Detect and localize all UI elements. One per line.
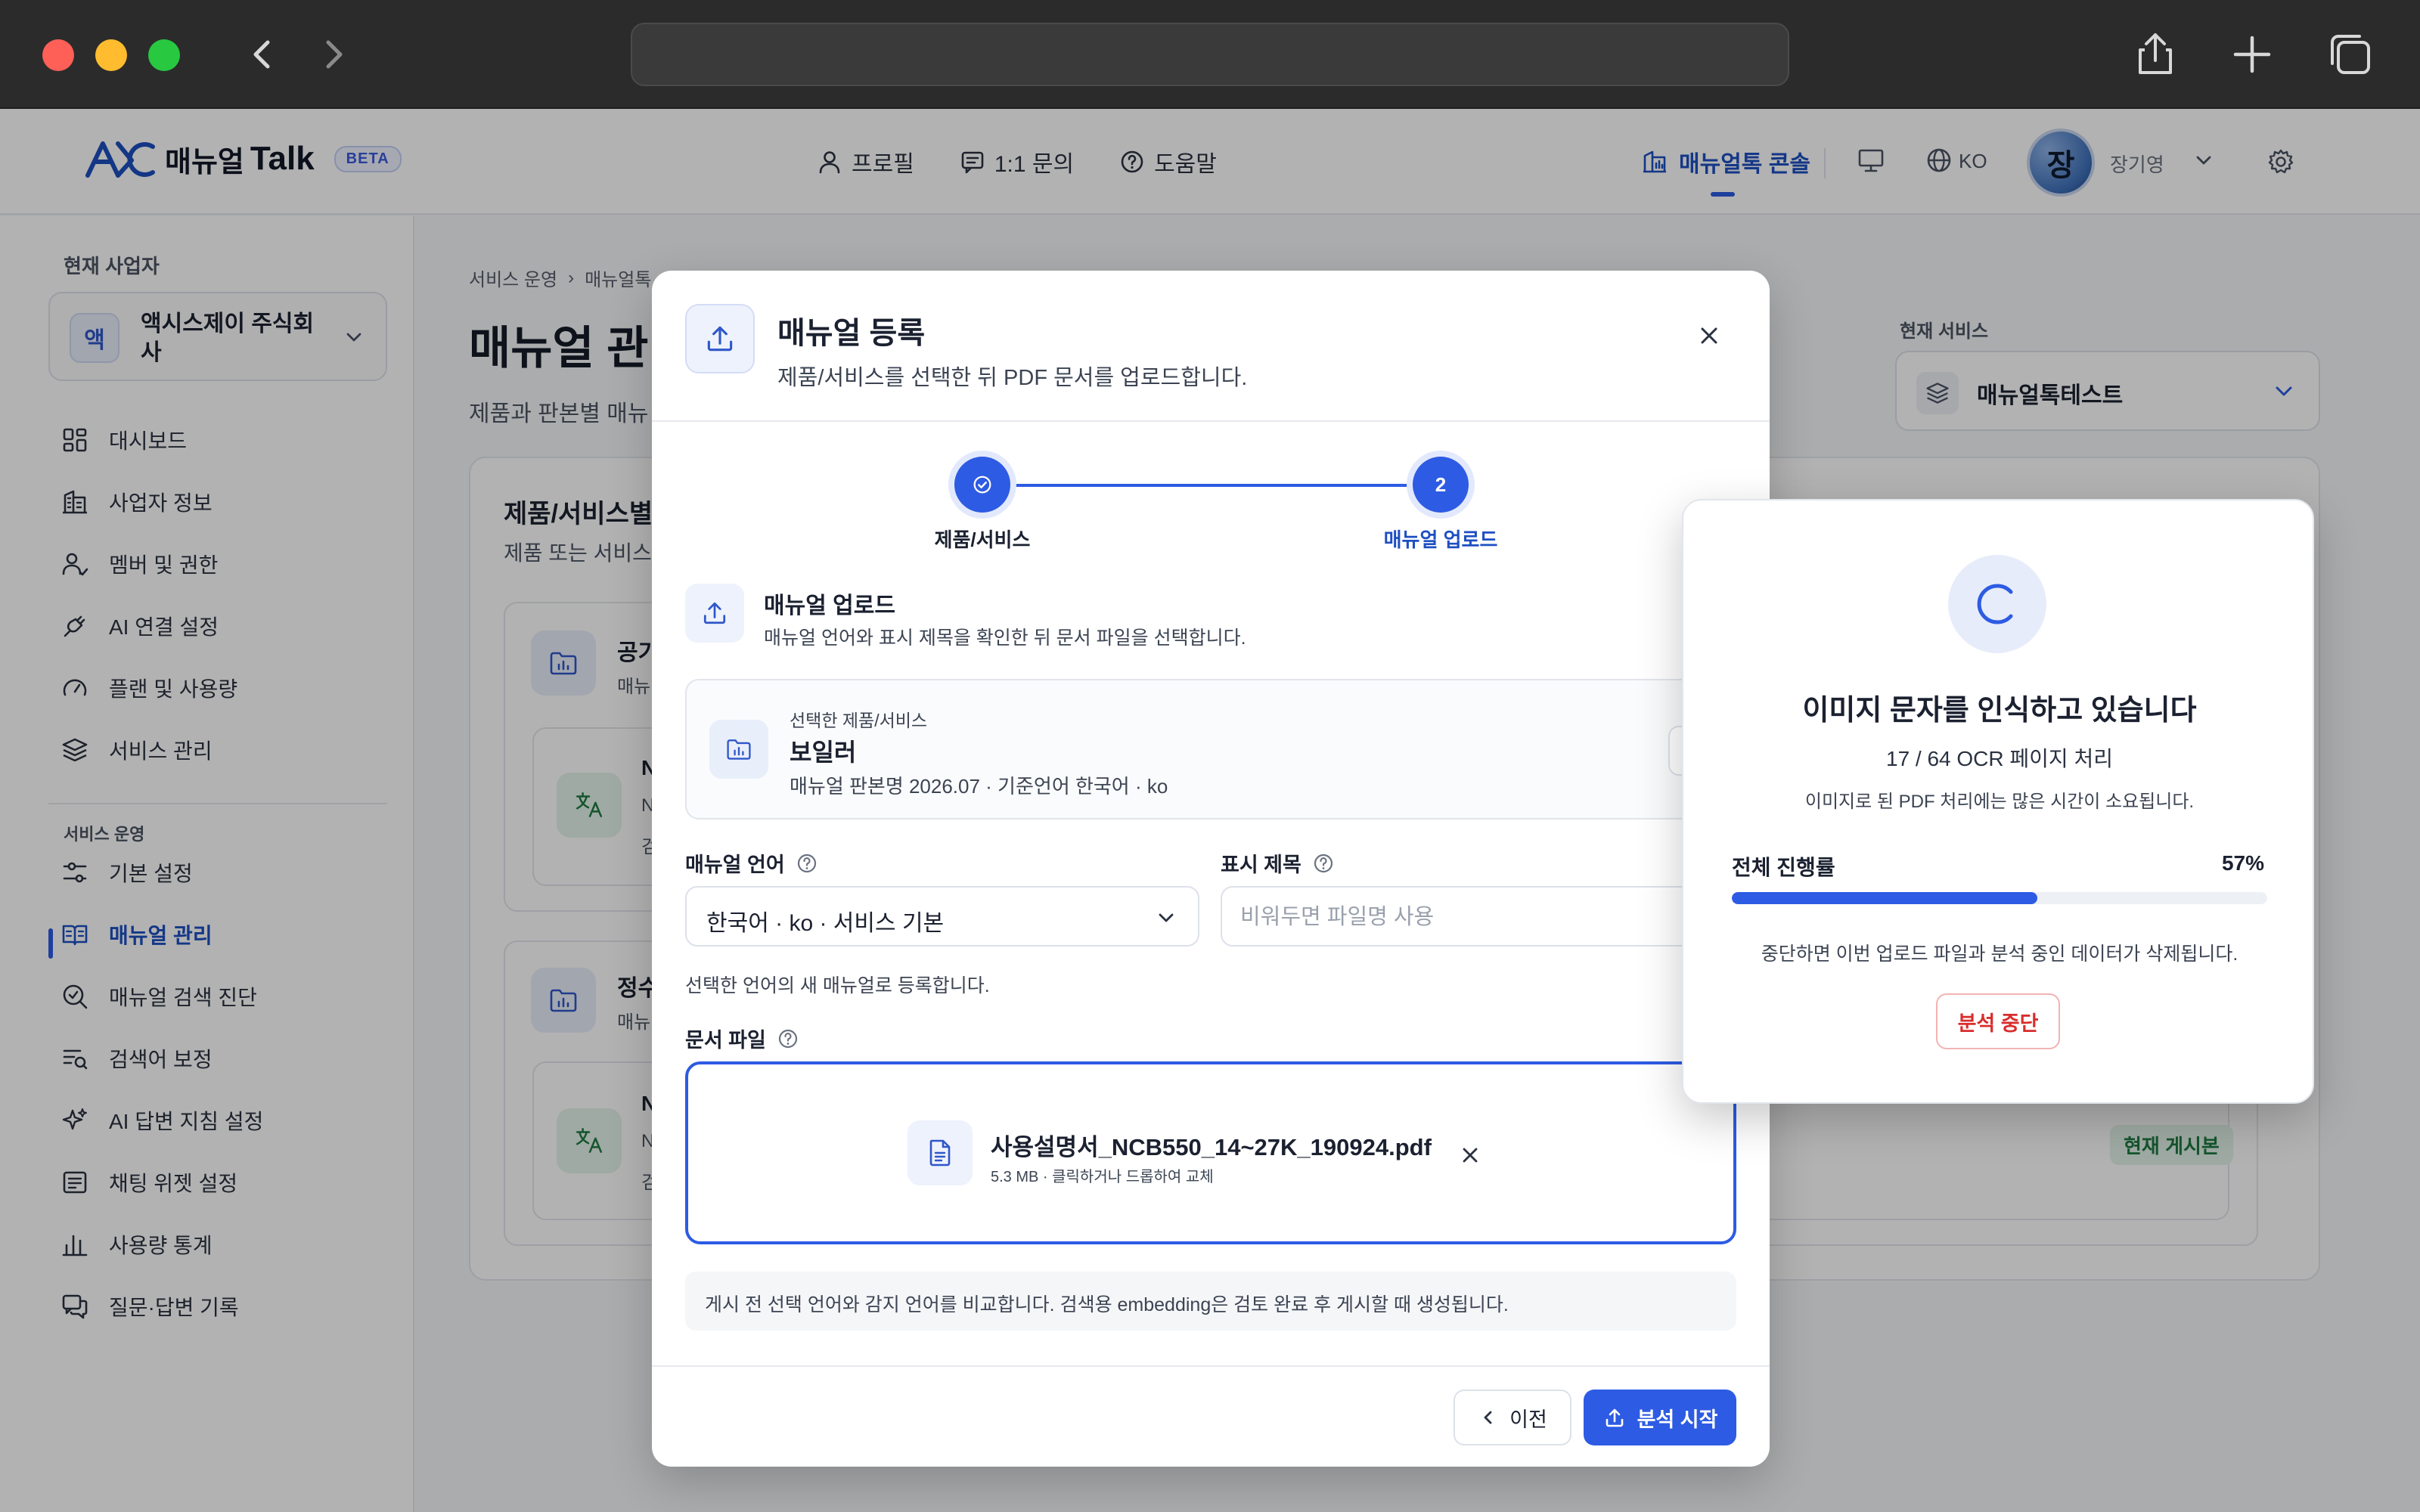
modal-subtitle: 제품/서비스를 선택한 뒤 PDF 문서를 업로드합니다. bbox=[777, 366, 1248, 390]
file-drop-zone[interactable]: 사용설명서_NCB550_14~27K_190924.pdf 5.3 MB · … bbox=[685, 1061, 1736, 1244]
modal-footer-divider bbox=[652, 1365, 1770, 1367]
info-notice: 게시 전 선택 언어와 감지 언어를 비교합니다. 검색용 embedding은… bbox=[685, 1272, 1736, 1331]
display-title-input[interactable] bbox=[1240, 901, 1724, 933]
chevron-left-icon bbox=[1484, 1411, 1492, 1424]
ocr-warning: 중단하면 이번 업로드 파일과 분석 중인 데이터가 삭제됩니다. bbox=[1761, 943, 2238, 965]
loading-spinner-icon bbox=[1948, 555, 2046, 653]
share-icon[interactable] bbox=[2128, 27, 2183, 82]
folder-chart-icon bbox=[709, 720, 768, 779]
language-select-value: 한국어 · ko · 서비스 기본 bbox=[706, 911, 945, 936]
selected-product-meta: 매뉴얼 판본명 2026.07 · 기준언어 한국어 · ko bbox=[790, 775, 1168, 798]
minimize-window-button[interactable] bbox=[95, 39, 127, 71]
info-notice-text: 게시 전 선택 언어와 감지 언어를 비교합니다. 검색용 embedding은… bbox=[705, 1294, 1509, 1315]
address-bar[interactable] bbox=[631, 23, 1789, 86]
title-field-label: 표시 제목 bbox=[1221, 848, 1335, 878]
help-icon[interactable] bbox=[1312, 852, 1335, 875]
step-2-label: 매뉴얼 업로드 bbox=[1383, 528, 1498, 551]
selected-product-name: 보일러 bbox=[790, 739, 857, 766]
progress-bar bbox=[1732, 892, 2267, 904]
ocr-progress-card: 이미지 문자를 인식하고 있습니다 17 / 64 OCR 페이지 처리 이미지… bbox=[1682, 499, 2314, 1104]
document-icon bbox=[908, 1120, 973, 1185]
check-circle-icon bbox=[973, 476, 991, 494]
selected-product-caption: 선택한 제품/서비스 bbox=[790, 711, 928, 730]
close-icon[interactable] bbox=[1692, 319, 1726, 352]
section-subtitle: 매뉴얼 언어와 표시 제목을 확인한 뒤 문서 파일을 선택합니다. bbox=[764, 627, 1246, 649]
close-window-button[interactable] bbox=[42, 39, 74, 71]
browser-chrome bbox=[0, 0, 2420, 109]
remove-file-icon[interactable] bbox=[1455, 1140, 1485, 1170]
stop-analysis-button[interactable]: 분석 중단 bbox=[1936, 993, 2060, 1049]
maximize-window-button[interactable] bbox=[148, 39, 180, 71]
language-select[interactable]: 한국어 · ko · 서비스 기본 bbox=[685, 886, 1199, 947]
ocr-note: 이미지로 된 PDF 처리에는 많은 시간이 소요됩니다. bbox=[1804, 792, 2195, 812]
forward-arrow-icon[interactable] bbox=[309, 30, 357, 79]
help-icon[interactable] bbox=[777, 1027, 799, 1050]
modal-header-divider bbox=[652, 420, 1770, 422]
upload-icon bbox=[685, 304, 755, 373]
new-tab-icon[interactable] bbox=[2225, 27, 2279, 82]
help-icon[interactable] bbox=[796, 852, 818, 875]
modal-title: 매뉴얼 등록 bbox=[777, 317, 926, 350]
manual-register-modal: 매뉴얼 등록 제품/서비스를 선택한 뒤 PDF 문서를 업로드합니다. 2 제… bbox=[652, 271, 1770, 1467]
start-analysis-button[interactable]: 분석 시작 bbox=[1584, 1390, 1736, 1445]
back-arrow-icon[interactable] bbox=[239, 30, 287, 79]
language-label-text: 매뉴얼 언어 bbox=[685, 854, 785, 876]
step-1-complete[interactable] bbox=[954, 457, 1010, 513]
tabs-overview-icon[interactable] bbox=[2323, 27, 2378, 82]
progress-percent: 57% bbox=[2221, 851, 2264, 875]
file-name: 사용설명서_NCB550_14~27K_190924.pdf bbox=[991, 1134, 1432, 1160]
ocr-title: 이미지 문자를 인식하고 있습니다 bbox=[1802, 695, 2197, 727]
language-field-label: 매뉴얼 언어 bbox=[685, 848, 818, 878]
start-analysis-label: 분석 시작 bbox=[1637, 1408, 1718, 1431]
upload-icon bbox=[685, 584, 744, 643]
chevron-down-icon bbox=[1159, 913, 1174, 922]
language-help-text: 선택한 언어의 새 매뉴얼로 등록합니다. bbox=[685, 975, 990, 996]
step-1-label: 제품/서비스 bbox=[934, 528, 1031, 551]
file-field-label: 문서 파일 bbox=[685, 1024, 799, 1053]
progress-bar-fill bbox=[1732, 892, 2037, 904]
step-2-current: 2 bbox=[1413, 457, 1469, 513]
section-title: 매뉴얼 업로드 bbox=[764, 593, 895, 618]
title-label-text: 표시 제목 bbox=[1221, 854, 1302, 876]
ocr-page-count: 17 / 64 OCR 페이지 처리 bbox=[1886, 747, 2113, 770]
progress-label: 전체 진행률 bbox=[1732, 856, 1835, 879]
stepper-line bbox=[982, 484, 1441, 487]
file-meta: 5.3 MB · 클릭하거나 드롭하여 교체 bbox=[991, 1169, 1214, 1185]
file-label-text: 문서 파일 bbox=[685, 1029, 766, 1052]
previous-button-label: 이전 bbox=[1509, 1408, 1547, 1431]
selected-product-card: 선택한 제품/서비스 보일러 매뉴얼 판본명 2026.07 · 기준언어 한국… bbox=[685, 679, 1770, 820]
previous-button[interactable]: 이전 bbox=[1454, 1390, 1571, 1445]
upload-icon bbox=[1606, 1408, 1623, 1427]
